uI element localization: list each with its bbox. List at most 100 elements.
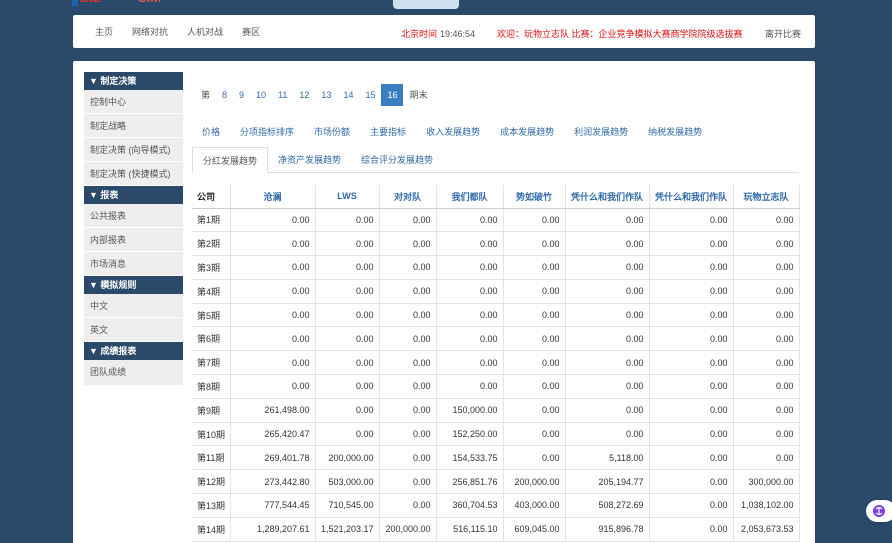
- value-cell: 0.00: [436, 374, 504, 399]
- value-cell: 0.00: [649, 208, 734, 233]
- value-cell: 0.00: [503, 374, 566, 399]
- table-row: 第1期 0.00 0.00 0.00 0.00 0.00 0.00 0.00 0.00: [192, 208, 800, 233]
- value-cell: 0.00: [503, 398, 566, 423]
- value-cell: 0.00: [649, 398, 734, 423]
- value-cell: 0.00: [436, 208, 504, 233]
- period-cell: 第4期: [192, 279, 231, 304]
- value-cell: 0.00: [379, 326, 437, 352]
- tab-indicator-ranking[interactable]: 分项指标排序: [230, 125, 304, 138]
- value-cell: 0.00: [733, 422, 800, 447]
- value-cell: 0.00: [379, 445, 437, 471]
- sidebar-item-public-report[interactable]: 公共报表: [84, 204, 183, 228]
- tab-key-indicators[interactable]: 主要指标: [360, 125, 416, 138]
- sidebar-item-team-score[interactable]: 团队成绩: [84, 360, 183, 386]
- sidebar-item-strategy[interactable]: 制定战略: [84, 114, 183, 138]
- pager-suffix: 期末: [409, 90, 428, 100]
- period-cell: 第14期: [192, 517, 231, 542]
- value-cell: 200,000.00: [379, 517, 437, 542]
- page-11[interactable]: 11: [272, 84, 293, 106]
- tab-dividend-trend[interactable]: 分红发展趋势: [192, 147, 269, 173]
- tab-net-asset-trend[interactable]: 净资产发展趋势: [268, 147, 351, 173]
- value-cell: 0.00: [315, 398, 380, 423]
- value-cell: 0.00: [565, 422, 650, 447]
- table-row: 第4期 0.00 0.00 0.00 0.00 0.00 0.00 0.00 0.00: [192, 279, 800, 304]
- value-cell: 0.00: [649, 374, 734, 399]
- sidebar-item-chinese[interactable]: 中文: [84, 294, 183, 318]
- assistant-float-button[interactable]: [866, 500, 892, 522]
- value-cell: 0.00: [565, 374, 650, 399]
- value-cell: 0.00: [565, 303, 650, 328]
- value-cell: 0.00: [649, 255, 734, 280]
- page-16[interactable]: 16: [381, 84, 404, 106]
- value-cell: 0.00: [565, 208, 650, 233]
- value-cell: 0.00: [315, 422, 380, 447]
- value-cell: 1,289,207.61: [230, 517, 316, 542]
- page-15[interactable]: 15: [359, 84, 381, 106]
- value-cell: 0.00: [436, 279, 504, 304]
- column-header-company: 公司: [192, 185, 231, 209]
- value-cell: 0.00: [379, 231, 437, 257]
- table-row: 第9期 261,498.00 0.00 0.00 150,000.00 0.00 0.00 0…: [192, 398, 800, 423]
- value-cell: 0.00: [733, 326, 800, 352]
- top-tab[interactable]: [393, 0, 459, 9]
- sidebar-section-scores[interactable]: ▼ 成绩报表: [84, 342, 183, 360]
- value-cell: 403,000.00: [503, 493, 566, 518]
- nav-division[interactable]: 赛区: [242, 25, 260, 38]
- sidebar-item-decision-wizard[interactable]: 制定决策 (向导模式): [84, 138, 183, 162]
- page-14[interactable]: 14: [337, 84, 359, 106]
- value-cell: 0.00: [230, 350, 316, 376]
- logo: BIZSIM: [72, 0, 182, 6]
- value-cell: 0.00: [379, 469, 437, 495]
- period-cell: 第2期: [192, 231, 231, 257]
- value-cell: 0.00: [733, 374, 800, 399]
- page-10[interactable]: 10: [250, 84, 272, 106]
- sidebar-item-internal-report[interactable]: 内部报表: [84, 228, 183, 252]
- sidebar-item-decision-quick[interactable]: 制定决策 (快捷模式): [84, 162, 183, 186]
- value-cell: 777,544.45: [230, 493, 316, 518]
- value-cell: 0.00: [379, 422, 437, 447]
- value-cell: 0.00: [565, 398, 650, 423]
- value-cell: 0.00: [315, 231, 380, 257]
- page-12[interactable]: 12: [293, 84, 315, 106]
- tab-price[interactable]: 价格: [192, 125, 230, 138]
- column-header-team: 对对队: [379, 185, 437, 209]
- page-9[interactable]: 9: [233, 84, 250, 106]
- nav-human-vs-ai[interactable]: 人机对战: [187, 25, 223, 38]
- sidebar-item-english[interactable]: 英文: [84, 318, 183, 342]
- nav-home[interactable]: 主页: [95, 25, 113, 38]
- tab-revenue-trend[interactable]: 收入发展趋势: [416, 125, 490, 138]
- nav-network-battle[interactable]: 网络对抗: [132, 25, 168, 38]
- sidebar-section-decision[interactable]: ▼ 制定决策: [84, 72, 183, 90]
- main-panel: ▼ 制定决策 控制中心 制定战略 制定决策 (向导模式) 制定决策 (快捷模式)…: [73, 61, 815, 543]
- period-pager: 第 8 9 10 11 12 13 14 15 16 期末: [195, 84, 434, 106]
- sidebar-item-market-news[interactable]: 市场消息: [84, 252, 183, 276]
- table-row: 第12期 273,442.80 503,000.00 0.00 256,851.76 20…: [192, 469, 800, 495]
- tab-tax-trend[interactable]: 纳税发展趋势: [638, 125, 712, 138]
- sidebar-section-reports[interactable]: ▼ 报表: [84, 186, 183, 204]
- period-cell: 第1期: [192, 208, 231, 233]
- value-cell: 0.00: [503, 303, 566, 328]
- value-cell: 300,000.00: [733, 469, 800, 495]
- page-13[interactable]: 13: [315, 84, 337, 106]
- sidebar: ▼ 制定决策 控制中心 制定战略 制定决策 (向导模式) 制定决策 (快捷模式)…: [84, 72, 183, 386]
- value-cell: 0.00: [503, 350, 566, 376]
- value-cell: 516,115.10: [436, 517, 504, 542]
- sidebar-item-control-center[interactable]: 控制中心: [84, 90, 183, 114]
- tab-overall-score-trend[interactable]: 综合评分发展趋势: [351, 147, 443, 173]
- value-cell: 503,000.00: [315, 469, 380, 495]
- value-cell: 5,118.00: [565, 445, 650, 471]
- leave-match-link[interactable]: 离开比赛: [765, 27, 801, 40]
- tab-cost-trend[interactable]: 成本发展趋势: [490, 125, 564, 138]
- value-cell: 0.00: [565, 279, 650, 304]
- sidebar-section-rules[interactable]: ▼ 模拟规则: [84, 276, 183, 294]
- tab-market-share[interactable]: 市场份额: [304, 125, 360, 138]
- value-cell: 0.00: [733, 208, 800, 233]
- period-cell: 第6期: [192, 326, 231, 352]
- tab-profit-trend[interactable]: 利润发展趋势: [564, 125, 638, 138]
- page-8[interactable]: 8: [216, 84, 233, 106]
- column-header-team: 我们都队: [436, 185, 504, 209]
- value-cell: 0.00: [379, 208, 437, 233]
- table-row: 第14期 1,289,207.61 1,521,203.17 200,000.00 51…: [192, 517, 800, 542]
- value-cell: 0.00: [733, 279, 800, 304]
- value-cell: 0.00: [379, 279, 437, 304]
